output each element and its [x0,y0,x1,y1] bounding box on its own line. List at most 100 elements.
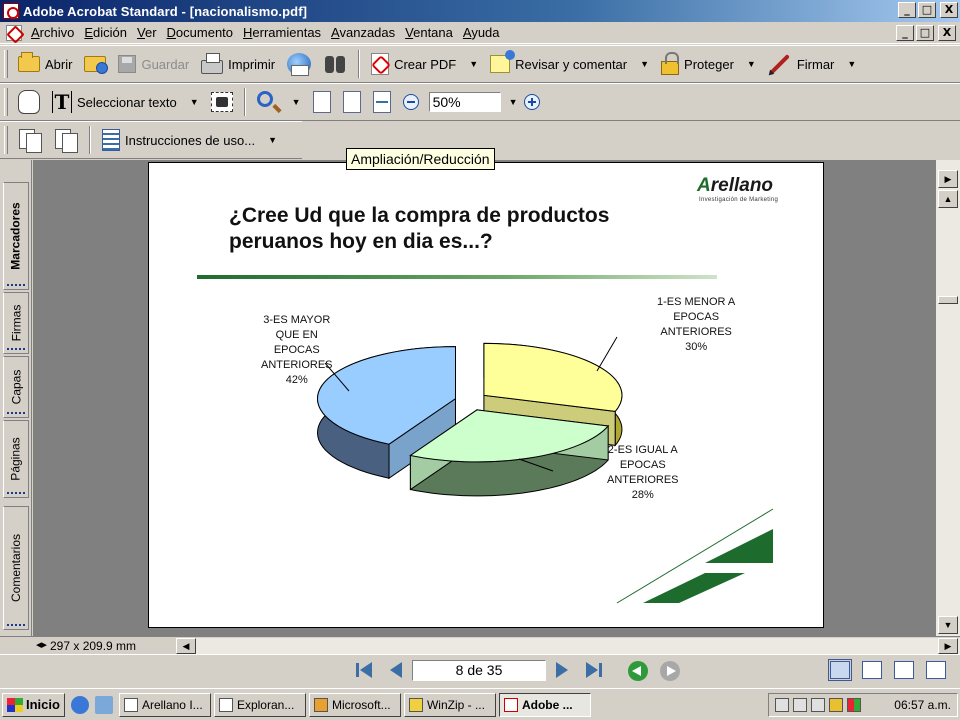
file-toolbar: Abrir Guardar Imprimir Crear PDF ▼ Revis… [0,45,960,83]
antivirus-tray-icon[interactable] [811,698,825,712]
menu-edicion[interactable]: Edición [79,25,132,40]
scroll-right-arrow-icon[interactable]: ▶ [938,638,958,654]
next-view-icon[interactable] [660,661,680,681]
pen-icon [769,54,790,74]
document-view[interactable]: ¿Cree Ud que la compra de productos peru… [33,160,936,636]
fit-page-button[interactable] [337,88,367,116]
chevron-down-icon[interactable]: ▼ [268,135,277,145]
rotate-pages-button[interactable] [12,126,48,154]
outlook-express-icon[interactable] [94,695,113,714]
zoom-tool-button[interactable]: ▼ [251,88,307,116]
split-handle-icon[interactable]: ◂▸ [36,638,47,651]
tab-bookmarks[interactable]: Marcadores [3,182,29,290]
page-number-input[interactable]: 8 de 35 [412,660,546,681]
scroll-up-arrow-icon[interactable]: ▲ [938,190,958,208]
instructions-label: Instrucciones de uso... [125,132,256,148]
actual-size-button[interactable] [307,88,337,116]
chevron-down-icon[interactable]: ▼ [292,97,301,107]
select-text-button[interactable]: T Seleccionar texto ▼ [46,88,205,116]
doc-close-button[interactable]: X [938,25,956,41]
menu-archivo[interactable]: Archivo [26,25,79,40]
single-page-view-icon[interactable] [828,659,852,681]
instructions-button[interactable]: Instrucciones de uso... ▼ [96,126,283,154]
menu-avanzadas[interactable]: Avanzadas [326,25,400,40]
page-forward-arrow-icon[interactable]: ▶ [938,170,958,188]
save-button[interactable]: Guardar [112,50,195,78]
extract-pages-button[interactable] [48,126,84,154]
sign-button[interactable]: Firmar ▼ [762,50,862,78]
hand-tool-button[interactable] [12,88,46,116]
acrobat-app-icon[interactable] [3,3,19,19]
messenger-tray-icon[interactable] [847,698,861,712]
continuous-facing-view-icon[interactable] [926,661,946,679]
maximize-button[interactable]: □ [918,2,936,18]
protect-button[interactable]: Proteger ▼ [655,50,762,78]
update-tray-icon[interactable] [829,698,843,712]
create-pdf-button[interactable]: Crear PDF ▼ [365,50,484,78]
review-comment-button[interactable]: Revisar y comentar ▼ [484,50,655,78]
page-navigation-bar: 8 de 35 [0,654,960,684]
first-page-icon[interactable] [354,661,374,679]
task-arellano[interactable]: Arellano I... [118,692,211,717]
minimize-button[interactable]: _ [898,2,916,18]
network-tray-icon[interactable] [775,698,789,712]
zoom-out-button[interactable] [397,88,425,116]
menu-documento[interactable]: Documento [162,25,238,40]
menu-ayuda[interactable]: Ayuda [458,25,505,40]
toolbar-grip[interactable] [4,50,8,78]
search-button[interactable] [317,50,353,78]
menu-ventana[interactable]: Ventana [400,25,458,40]
tab-pages[interactable]: Páginas [3,420,29,498]
sign-label: Firmar [796,56,835,72]
previous-view-icon[interactable] [628,661,648,681]
chevron-down-icon[interactable]: ▼ [469,59,478,69]
menu-ver[interactable]: Ver [132,25,162,40]
tab-comments[interactable]: Comentarios [3,506,29,630]
previous-page-icon[interactable] [386,661,406,679]
scroll-down-arrow-icon[interactable]: ▼ [938,616,958,634]
pdf-page[interactable]: ¿Cree Ud que la compra de productos peru… [148,162,824,628]
menu-herramientas[interactable]: Herramientas [238,25,326,40]
document-menu-icon[interactable] [6,24,22,41]
doc-minimize-button[interactable]: _ [896,25,914,41]
snapshot-button[interactable] [205,88,239,116]
volume-tray-icon[interactable] [793,698,807,712]
next-page-icon[interactable] [552,661,572,679]
zoom-dropdown-chevron-icon[interactable]: ▼ [509,97,518,107]
internet-explorer-icon[interactable] [70,695,89,714]
facing-view-icon[interactable] [894,661,914,679]
horizontal-scrollbar[interactable]: ◀ ▶ [176,638,960,654]
zoom-level-input[interactable]: 50% [428,92,501,112]
pie-label-1-line: 30% [685,341,708,353]
continuous-view-icon[interactable] [862,661,882,679]
chevron-down-icon[interactable]: ▼ [747,59,756,69]
task-adobe[interactable]: Adobe ... [498,692,591,717]
email-button[interactable] [281,50,317,78]
tab-signatures[interactable]: Firmas [3,292,29,354]
scroll-thumb[interactable] [938,296,958,304]
organizer-button[interactable] [78,50,112,78]
task-winzip[interactable]: WinZip - ... [403,692,496,717]
tab-layers[interactable]: Capas [3,356,29,418]
open-button[interactable]: Abrir [12,50,78,78]
chevron-down-icon[interactable]: ▼ [190,97,199,107]
zoom-in-button[interactable] [518,88,546,116]
scroll-left-arrow-icon[interactable]: ◀ [176,638,196,654]
task-microsoft[interactable]: Microsoft... [308,692,401,717]
vertical-scrollbar[interactable]: ▶ ▲ ▼ [936,160,960,636]
toolbar-grip[interactable] [4,88,8,116]
start-button[interactable]: Inicio [2,692,65,717]
chevron-down-icon[interactable]: ▼ [640,59,649,69]
close-button[interactable]: X [940,2,958,18]
page-size-readout: 297 x 209.9 mm [50,638,137,653]
chevron-down-icon[interactable]: ▼ [847,59,856,69]
toolbar-grip[interactable] [4,126,8,154]
pie-label-2-line: EPOCAS [619,459,666,471]
task-explorer[interactable]: Exploran... [213,692,306,717]
pie-label-2: 2-ES IGUAL A EPOCAS ANTERIORES 28% [607,443,679,503]
fit-width-button[interactable] [367,88,397,116]
email-globe-icon [287,53,312,76]
last-page-icon[interactable] [584,661,604,679]
doc-restore-button[interactable]: □ [916,25,934,41]
print-button[interactable]: Imprimir [195,50,281,78]
